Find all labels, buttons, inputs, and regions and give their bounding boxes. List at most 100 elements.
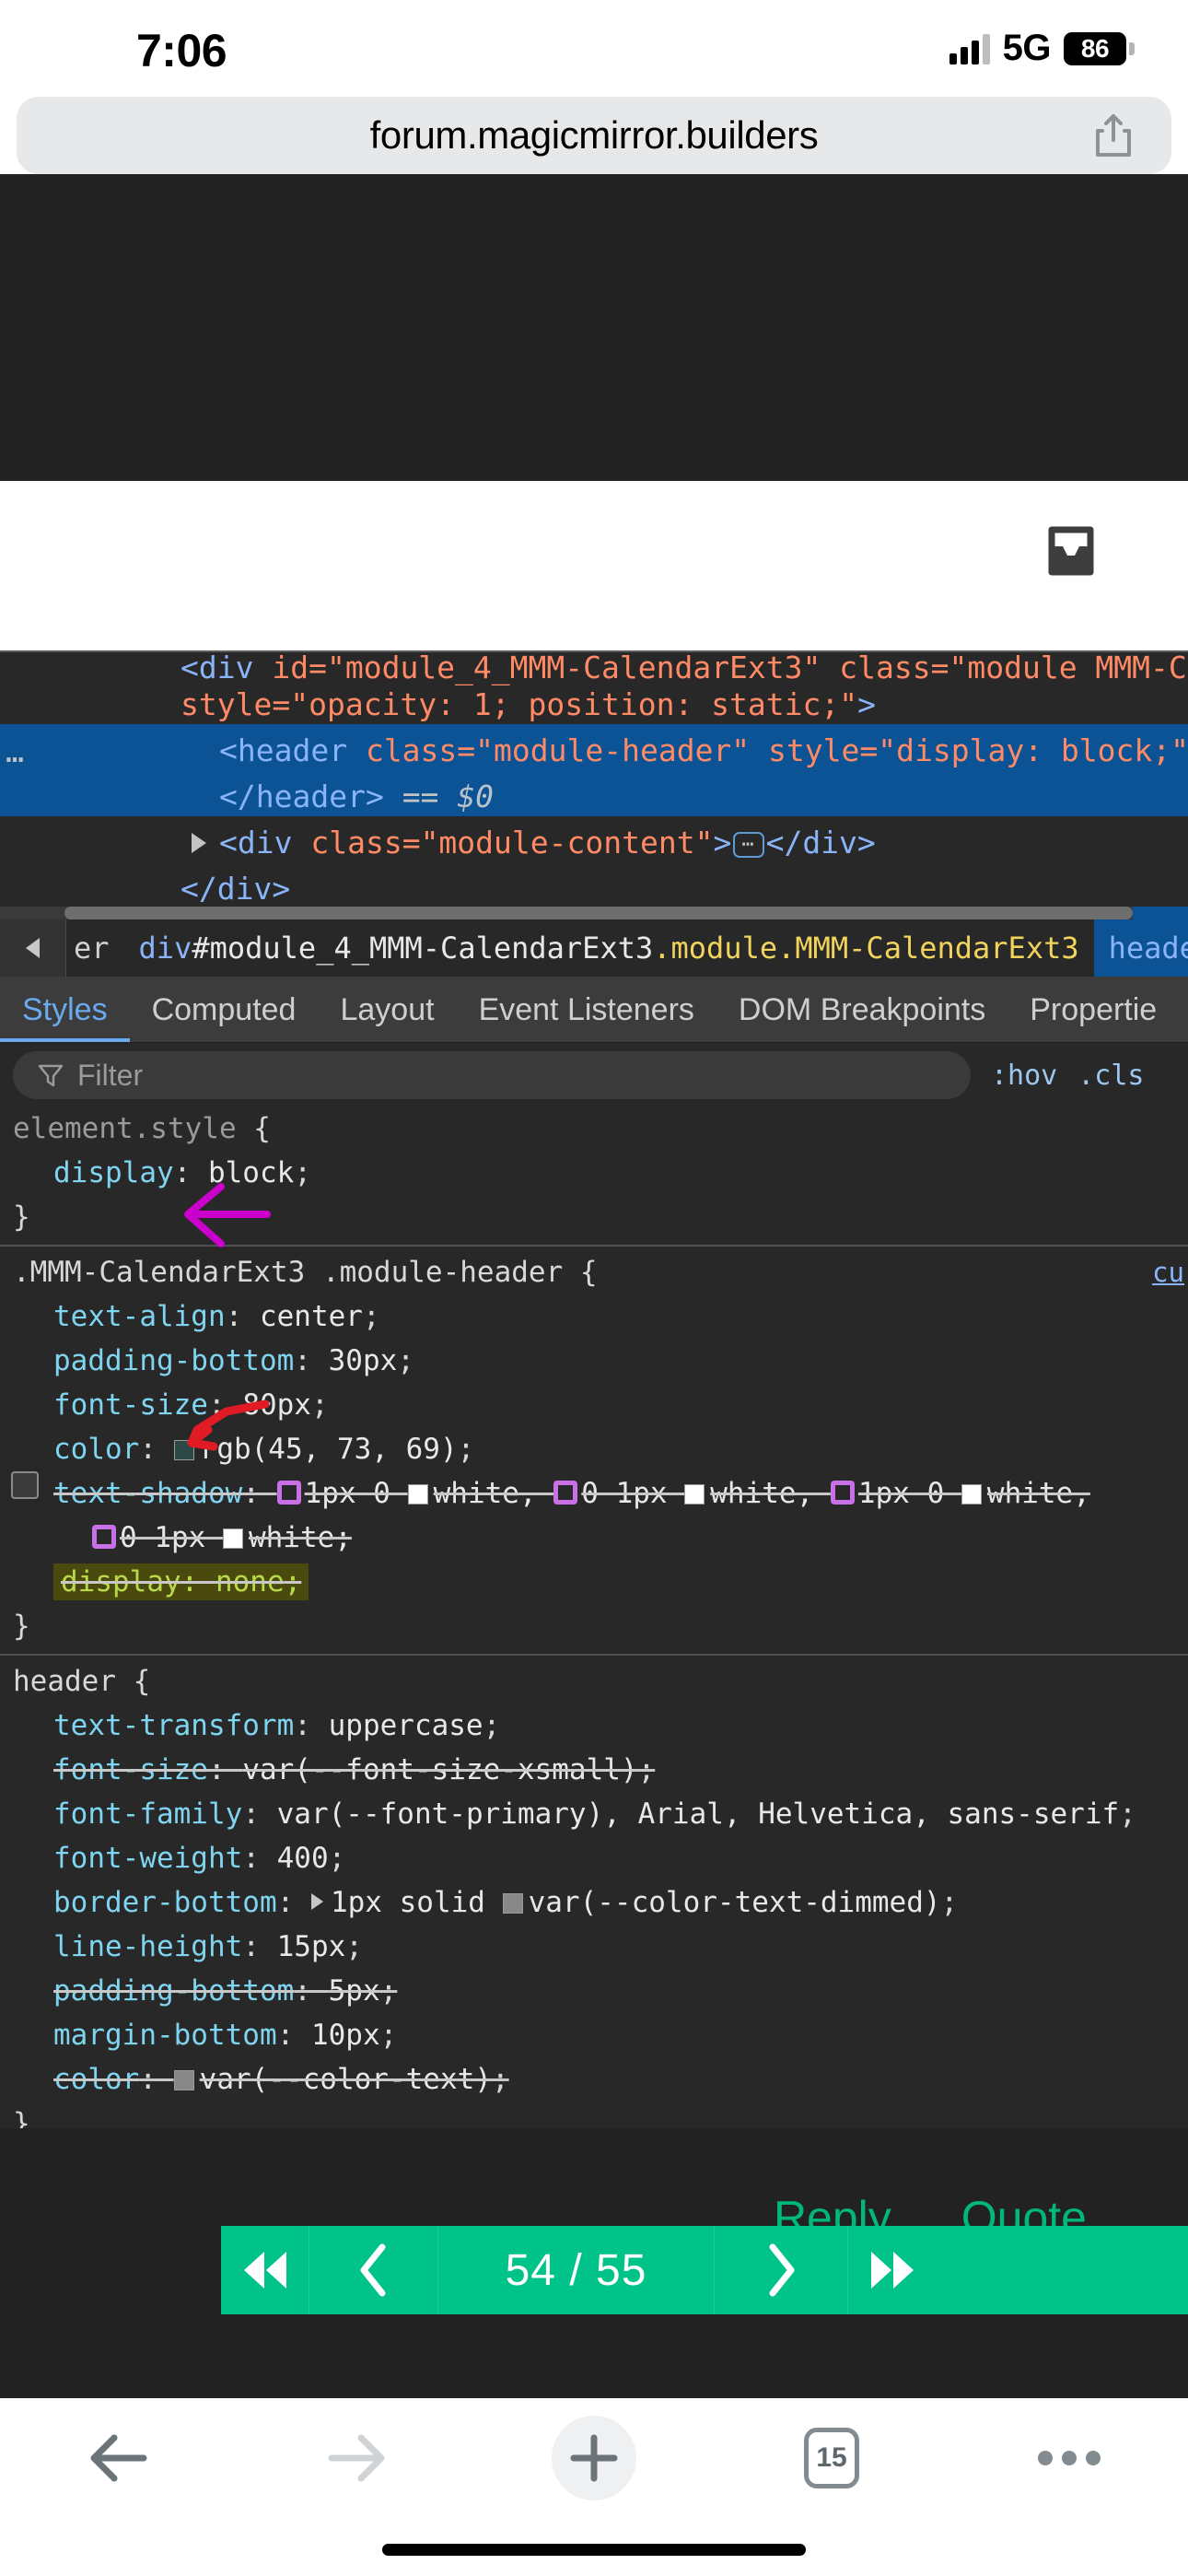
browser-forward-button[interactable] bbox=[238, 2407, 475, 2509]
dom-horizontal-scrollbar[interactable] bbox=[0, 907, 1188, 919]
browser-tabs-button[interactable]: 15 bbox=[713, 2407, 950, 2509]
css-selector-element-style[interactable]: element.style { bbox=[0, 1107, 1188, 1151]
shadow-swatch-icon[interactable] bbox=[553, 1481, 578, 1505]
rule-divider bbox=[0, 1245, 1188, 1247]
css-declaration-font-size[interactable]: font-size: var(--font-size-xsmall); bbox=[0, 1748, 1188, 1792]
css-property-value: center bbox=[259, 1300, 363, 1333]
dom-line-5[interactable]: <div class="module-content"> ⋯ </div> bbox=[0, 820, 1188, 866]
browser-more-button[interactable] bbox=[950, 2407, 1188, 2509]
color-swatch-icon[interactable] bbox=[407, 1484, 428, 1505]
dom-collapsed-children-icon[interactable]: ⋯ bbox=[733, 831, 764, 858]
breadcrumb-element-id: #module_4_MMM-CalendarExt3 bbox=[192, 931, 654, 966]
value-expander-triangle-icon[interactable] bbox=[310, 1893, 323, 1910]
css-source-link[interactable]: cu bbox=[1152, 1250, 1184, 1294]
pagination-counter-label: 54 / 55 bbox=[505, 2245, 647, 2295]
declaration-enable-checkbox[interactable] bbox=[11, 1471, 39, 1499]
breadcrumb-item-header[interactable]: header.m bbox=[1093, 919, 1188, 977]
color-swatch-icon[interactable] bbox=[173, 2070, 194, 2090]
css-property-value: uppercase bbox=[328, 1709, 483, 1742]
cls-toggle-button[interactable]: .cls bbox=[1077, 1060, 1144, 1092]
css-declaration-text-shadow-wrap[interactable]: 0 1px white; bbox=[0, 1516, 1188, 1560]
shadow-swatch-icon[interactable] bbox=[92, 1525, 116, 1549]
css-declaration-text-align[interactable]: text-align: center; bbox=[0, 1294, 1188, 1339]
tab-layout[interactable]: Layout bbox=[318, 977, 456, 1042]
css-declaration-display-block[interactable]: display: block; bbox=[0, 1151, 1188, 1195]
css-property-value: rgb(45, 73, 69) bbox=[199, 1433, 458, 1466]
hov-toggle-button[interactable]: :hov bbox=[991, 1060, 1057, 1092]
tab-computed[interactable]: Computed bbox=[130, 977, 319, 1042]
css-declaration-margin-bottom[interactable]: margin-bottom: 10px; bbox=[0, 2013, 1188, 2057]
css-declaration-text-transform[interactable]: text-transform: uppercase; bbox=[0, 1704, 1188, 1748]
styles-filter-input[interactable]: Filter bbox=[13, 1051, 971, 1099]
tab-properties[interactable]: Propertie bbox=[1007, 977, 1179, 1042]
share-icon[interactable] bbox=[1094, 112, 1133, 158]
url-bar[interactable]: forum.magicmirror.builders bbox=[17, 97, 1171, 174]
chevron-left-icon bbox=[26, 938, 40, 958]
devtools-sidebar-tabs[interactable]: Styles Computed Layout Event Listeners D… bbox=[0, 977, 1188, 1043]
shadow-swatch-icon[interactable] bbox=[830, 1481, 855, 1505]
css-rule-calendarext3-module-header[interactable]: .MMM-CalendarExt3 .module-header { cu te… bbox=[0, 1250, 1188, 1648]
home-indicator bbox=[382, 2544, 806, 2556]
css-property-name: line-height bbox=[53, 1930, 243, 1963]
devtools-breadcrumb[interactable]: er div#module_4_MMM-CalendarExt3.module.… bbox=[0, 919, 1188, 977]
tab-properties-label: Propertie bbox=[1030, 991, 1158, 1027]
css-declaration-text-shadow[interactable]: text-shadow: 1px 0 white, 0 1px white, 1… bbox=[0, 1471, 1188, 1516]
css-rule-element-style[interactable]: element.style { display: block; } bbox=[0, 1107, 1188, 1239]
css-selector-header[interactable]: header { bbox=[0, 1659, 1188, 1704]
css-declaration-font-family[interactable]: font-family: var(--font-primary), Arial,… bbox=[0, 1792, 1188, 1836]
pagination-prev-button[interactable] bbox=[309, 2226, 438, 2314]
color-swatch-icon[interactable] bbox=[173, 1440, 194, 1460]
tab-styles-label: Styles bbox=[22, 991, 108, 1027]
css-property-value: var(--font-size-xsmall) bbox=[242, 1753, 638, 1786]
pagination-first-button[interactable] bbox=[221, 2226, 309, 2314]
css-declaration-color[interactable]: color: rgb(45, 73, 69); bbox=[0, 1427, 1188, 1471]
breadcrumb-scroll-left-button[interactable] bbox=[0, 919, 66, 977]
pagination-last-button[interactable] bbox=[848, 2226, 937, 2314]
dom-line-4[interactable]: </header> == $0 bbox=[0, 774, 1188, 820]
shadow-swatch-icon[interactable] bbox=[276, 1481, 301, 1505]
dom-line-6[interactable]: </div> bbox=[0, 866, 1188, 912]
cellular-bars-icon bbox=[949, 33, 990, 64]
css-selector-calendarext3[interactable]: .MMM-CalendarExt3 .module-header { cu bbox=[0, 1250, 1188, 1294]
css-property-name: border-bottom bbox=[53, 1886, 277, 1919]
css-property-name: padding-bottom bbox=[53, 1974, 295, 2008]
dom-line-3[interactable]: <header class="module-header" style="dis… bbox=[0, 728, 1188, 774]
css-property-value: var(--color-text) bbox=[199, 2063, 492, 2096]
css-rule-header[interactable]: header { text-transform: uppercase; font… bbox=[0, 1659, 1188, 2128]
css-declaration-display-none[interactable]: display: none; bbox=[0, 1560, 1188, 1604]
css-property-name: font-size bbox=[53, 1753, 208, 1786]
styles-rules-pane[interactable]: element.style { display: block; } .MMM-C… bbox=[0, 1107, 1188, 2128]
pagination-bar: 54 / 55 bbox=[221, 2226, 1188, 2314]
highlighted-declaration[interactable]: display: none; bbox=[53, 1563, 309, 1600]
breadcrumb-item-ancestor[interactable]: er bbox=[66, 919, 124, 977]
battery-icon: 86 bbox=[1064, 31, 1135, 65]
color-swatch-icon[interactable] bbox=[961, 1484, 982, 1505]
css-property-name: color bbox=[53, 2063, 140, 2096]
web-page-viewport: <div id="module_4_MMM-CalendarExt3" clas… bbox=[0, 174, 1188, 2398]
pagination-next-button[interactable] bbox=[715, 2226, 848, 2314]
tab-styles[interactable]: Styles bbox=[0, 977, 130, 1042]
color-swatch-icon[interactable] bbox=[222, 1528, 243, 1549]
css-property-value: 80px bbox=[242, 1388, 311, 1422]
browser-back-button[interactable] bbox=[0, 2407, 238, 2509]
browser-new-tab-button[interactable] bbox=[475, 2407, 713, 2509]
css-declaration-line-height[interactable]: line-height: 15px; bbox=[0, 1925, 1188, 1969]
color-swatch-icon[interactable] bbox=[502, 1893, 523, 1914]
css-declaration-padding-bottom[interactable]: padding-bottom: 5px; bbox=[0, 1969, 1188, 2013]
dom-line-2[interactable]: style="opacity: 1; position: static;"> bbox=[0, 682, 1188, 728]
css-declaration-border-bottom[interactable]: border-bottom: 1px solid var(--color-tex… bbox=[0, 1880, 1188, 1925]
css-declaration-padding-bottom[interactable]: padding-bottom: 30px; bbox=[0, 1339, 1188, 1383]
color-swatch-icon[interactable] bbox=[684, 1484, 705, 1505]
css-property-value: none bbox=[215, 1565, 285, 1598]
tab-dom-breakpoints[interactable]: DOM Breakpoints bbox=[716, 977, 1007, 1042]
pagination-counter[interactable]: 54 / 55 bbox=[438, 2226, 715, 2314]
breadcrumb-item-div-module[interactable]: div#module_4_MMM-CalendarExt3.module.MMM… bbox=[123, 919, 1094, 977]
devtools-dom-tree[interactable]: <div id="module_4_MMM-CalendarExt3" clas… bbox=[0, 652, 1188, 919]
inbox-icon[interactable] bbox=[1042, 522, 1100, 580]
css-declaration-color[interactable]: color: var(--color-text); bbox=[0, 2057, 1188, 2102]
css-property-name: padding-bottom bbox=[53, 1344, 295, 1377]
styles-filter-bar: Filter :hov .cls bbox=[0, 1044, 1188, 1107]
tab-event-listeners[interactable]: Event Listeners bbox=[457, 977, 716, 1042]
css-declaration-font-weight[interactable]: font-weight: 400; bbox=[0, 1836, 1188, 1880]
css-declaration-font-size[interactable]: font-size: 80px; bbox=[0, 1383, 1188, 1427]
